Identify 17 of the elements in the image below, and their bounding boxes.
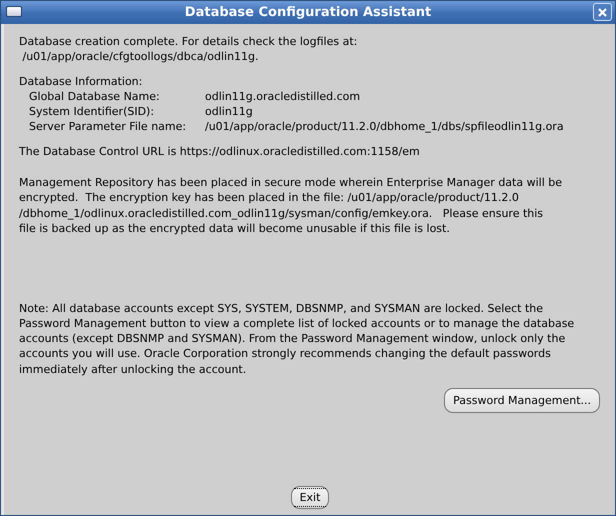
info-label: System Identifier(SID):: [29, 104, 156, 120]
exit-button[interactable]: Exit: [290, 486, 330, 509]
info-heading: Database Information:: [19, 74, 144, 89]
info-label: Server Parameter File name:: [29, 119, 188, 135]
info-value: odlin11g.oracledistilled.com: [205, 88, 362, 104]
window-title: Database Configuration Assistant: [184, 5, 432, 20]
password-management-button[interactable]: Password Management...: [444, 388, 600, 413]
info-value: /u01/app/oracle/product/11.2.0/dbhome_1/dbs/spfileodlin11g.ora: [205, 119, 565, 135]
repository-message: Management Repository has been placed in secure mode wherein Enterprise Manager data will be encrypted. The encryption key has been placed in the file: /u01/app/oracle/product/11.2.0 /dbhome_1/odlinux.oracledistilled.com_odlin11g/sysman/config/emkey.ora. Please ensure this file is backed up as the encrypted data will become unusable if this file is lost.: [19, 175, 564, 236]
control-url-text: The Database Control URL is https://odlinux.oracledistilled.com:1158/em: [19, 144, 421, 160]
info-value: odlin11g: [205, 104, 254, 120]
info-label: Global Database Name:: [29, 88, 161, 104]
completion-message: Database creation complete. For details check the logfiles at: /u01/app/oracle/cfgtoollogs/dbca/odlin11g.: [19, 34, 358, 65]
note-text: Note: All database accounts except SYS, SYSTEM, DBSNMP, and SYSMAN are locked. Select the Password Management button to view a complete list of locked accounts or to manage the database accounts (except DBSNMP and SYSMAN). From the Password Management window, unlock only the accounts you will use. Oracle Corporation strongly recommends changing the default passwords immediately after unlocking the account.: [19, 300, 576, 377]
window-menu-icon[interactable]: [6, 6, 22, 17]
close-button[interactable]: [593, 3, 612, 21]
close-icon: [597, 6, 608, 18]
